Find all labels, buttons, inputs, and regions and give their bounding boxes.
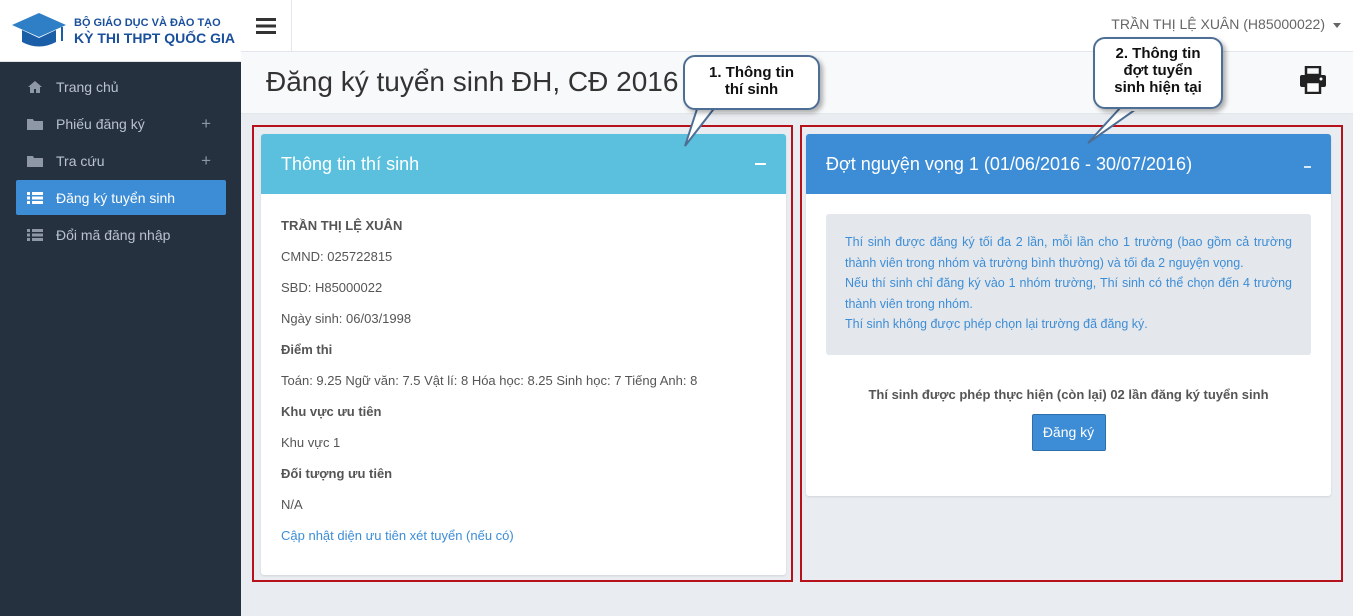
user-name: TRẦN THỊ LỆ XUÂN (H85000022) bbox=[1111, 16, 1325, 32]
sidebar-item-label: Phiếu đăng ký bbox=[56, 115, 145, 132]
page-title: Đăng ký tuyển sinh ĐH, CĐ 2016 bbox=[266, 66, 679, 97]
home-icon bbox=[26, 80, 44, 94]
sidebar-item-label: Tra cứu bbox=[56, 152, 105, 169]
callout-text: thí sinh bbox=[724, 81, 779, 98]
sidebar-item-label: Đổi mã đăng nhập bbox=[56, 226, 171, 243]
expand-plus-icon[interactable]: + bbox=[201, 114, 211, 134]
logo[interactable]: BỘ GIÁO DỤC VÀ ĐÀO TẠO KỲ THI THPT QUỐC … bbox=[0, 0, 241, 62]
callout-text: sinh hiện tại bbox=[1114, 79, 1202, 96]
sidebar-item-admission-registration[interactable]: Đăng ký tuyển sinh bbox=[16, 180, 226, 215]
folder-icon bbox=[26, 117, 44, 131]
sidebar-item-label: Trang chủ bbox=[56, 78, 119, 95]
callout-text: 1. Thông tin bbox=[709, 64, 794, 81]
menu-toggle-button[interactable] bbox=[241, 0, 292, 52]
callout-student-info: 1. Thông tin thí sinh bbox=[683, 55, 820, 110]
folder-icon bbox=[26, 154, 44, 168]
print-icon[interactable] bbox=[1299, 65, 1327, 97]
highlight-box-admission-round bbox=[800, 125, 1343, 582]
logo-line2: KỲ THI THPT QUỐC GIA bbox=[74, 29, 235, 46]
sidebar-item-home[interactable]: Trang chủ bbox=[0, 68, 226, 105]
highlight-box-student-info bbox=[252, 125, 793, 582]
list-icon bbox=[26, 191, 44, 205]
expand-plus-icon[interactable]: + bbox=[201, 151, 211, 171]
callout-text: 2. Thông tin bbox=[1115, 45, 1201, 62]
logo-line1: BỘ GIÁO DỤC VÀ ĐÀO TẠO bbox=[74, 16, 221, 29]
graduation-cap-icon bbox=[12, 12, 66, 46]
caret-down-icon bbox=[1333, 22, 1341, 28]
sidebar: BỘ GIÁO DỤC VÀ ĐÀO TẠO KỲ THI THPT QUỐC … bbox=[0, 0, 241, 616]
user-menu[interactable]: TRẦN THỊ LỆ XUÂN (H85000022) bbox=[1111, 16, 1341, 32]
sidebar-item-registration-forms[interactable]: Phiếu đăng ký + bbox=[0, 105, 226, 142]
callout-text: đợt tuyển bbox=[1123, 62, 1193, 79]
sidebar-item-label: Đăng ký tuyển sinh bbox=[56, 189, 176, 206]
sidebar-nav: Trang chủ Phiếu đăng ký + Tra cứu + Đăng… bbox=[0, 62, 241, 253]
list-icon bbox=[26, 228, 44, 242]
sidebar-item-lookup[interactable]: Tra cứu + bbox=[0, 142, 226, 179]
callout-current-round: 2. Thông tin đợt tuyển sinh hiện tại bbox=[1093, 37, 1223, 109]
hamburger-icon bbox=[256, 18, 276, 34]
sidebar-item-change-login-code[interactable]: Đổi mã đăng nhập bbox=[0, 216, 226, 253]
